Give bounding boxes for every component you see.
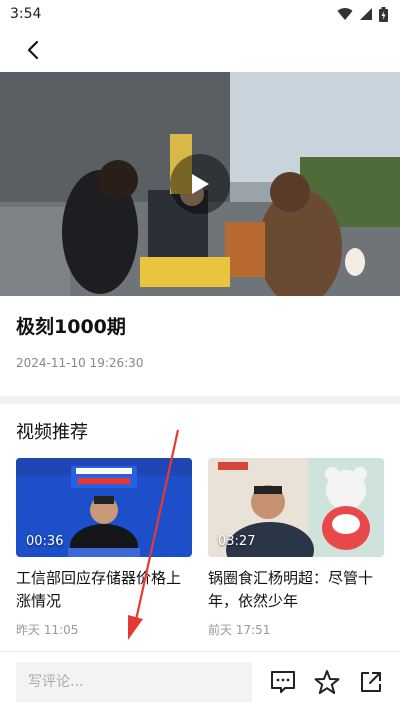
play-button[interactable] bbox=[170, 154, 230, 214]
recommend-card[interactable]: 00:36 工信部回应存储器价格上涨情况 昨天 11:05 bbox=[16, 458, 192, 638]
recommend-list: 00:36 工信部回应存储器价格上涨情况 昨天 11:05 03:27 锅圈食汇… bbox=[16, 458, 384, 638]
section-title: 视频推荐 bbox=[16, 422, 88, 443]
chevron-left-icon bbox=[27, 40, 39, 60]
battery-icon bbox=[379, 6, 388, 22]
recommend-title: 工信部回应存储器价格上涨情况 bbox=[16, 569, 182, 610]
video-duration: 03:27 bbox=[218, 534, 256, 549]
article-info: 极刻1000期 2024-11-10 19:26:30 bbox=[0, 296, 400, 396]
signal-icon bbox=[360, 8, 372, 20]
play-icon bbox=[192, 174, 209, 194]
comment-icon bbox=[271, 670, 295, 693]
recommend-time: 前天 17:51 bbox=[208, 623, 271, 637]
section-divider bbox=[0, 396, 400, 404]
recommend-thumbnail: 00:36 bbox=[16, 458, 192, 557]
recommend-time: 昨天 11:05 bbox=[16, 623, 79, 637]
favorite-button[interactable] bbox=[314, 669, 340, 695]
share-icon bbox=[361, 671, 381, 692]
page-title: 极刻1000期 bbox=[16, 316, 126, 338]
comments-button[interactable] bbox=[270, 669, 296, 695]
status-icons bbox=[337, 6, 388, 22]
publish-time: 2024-11-10 19:26:30 bbox=[16, 356, 144, 370]
nav-bar bbox=[0, 28, 400, 72]
status-bar: 3:54 bbox=[0, 0, 400, 28]
recommend-title: 锅圈食汇杨明超：尽管十年，依然少年 bbox=[208, 569, 374, 610]
star-icon bbox=[314, 669, 340, 694]
comment-input[interactable] bbox=[16, 661, 252, 702]
action-icons bbox=[270, 669, 384, 695]
recommend-card[interactable]: 03:27 锅圈食汇杨明超：尽管十年，依然少年 前天 17:51 bbox=[208, 458, 384, 638]
status-time: 3:54 bbox=[10, 6, 42, 22]
recommend-thumbnail: 03:27 bbox=[208, 458, 384, 557]
back-button[interactable] bbox=[18, 35, 48, 65]
comment-bar bbox=[0, 651, 400, 711]
wifi-icon bbox=[337, 8, 353, 20]
share-button[interactable] bbox=[358, 669, 384, 695]
video-player[interactable] bbox=[0, 72, 400, 296]
video-duration: 00:36 bbox=[26, 534, 64, 549]
recommend-section: 视频推荐 00:36 工信部回应存储器价格上涨情况 昨天 11:05 03:27… bbox=[0, 404, 400, 638]
